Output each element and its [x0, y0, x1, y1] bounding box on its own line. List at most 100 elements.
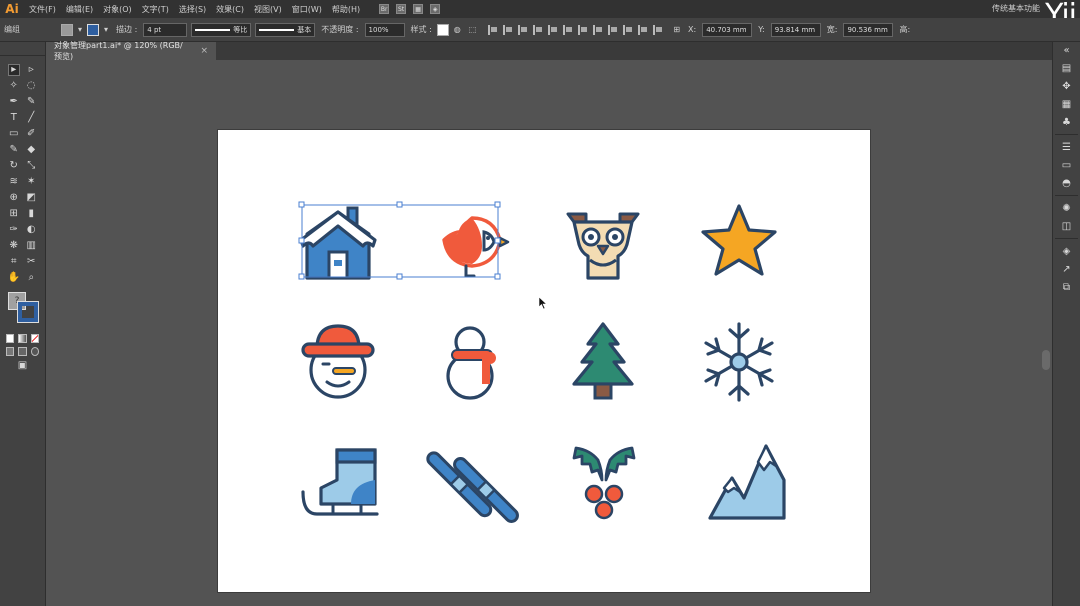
- align-right-icon[interactable]: [518, 24, 528, 35]
- snowman-face-icon[interactable]: [293, 318, 383, 408]
- arrange-documents-icon[interactable]: ▦: [413, 4, 424, 14]
- artboards-panel-icon[interactable]: ⧉: [1061, 281, 1073, 293]
- gradient-tool-icon[interactable]: ▮: [25, 208, 37, 220]
- screen-mode-icon[interactable]: ▣: [17, 360, 29, 372]
- workspace-switcher[interactable]: 传统基本功能: [992, 3, 1040, 14]
- stock-icon[interactable]: St: [396, 4, 407, 14]
- asset-export-panel-icon[interactable]: ↗: [1061, 263, 1073, 275]
- recolor-icon[interactable]: ◍: [450, 25, 465, 34]
- stroke-weight-input[interactable]: 4 pt: [143, 22, 188, 37]
- hand-tool-icon[interactable]: ✋: [8, 272, 20, 284]
- selection-tool-icon[interactable]: ▸: [7, 64, 20, 76]
- distribute-center-icon[interactable]: [638, 24, 648, 35]
- stroke-swatch[interactable]: [87, 23, 100, 36]
- chevron-down-icon[interactable]: ▾: [100, 25, 112, 34]
- blend-tool-icon[interactable]: ◐: [25, 224, 37, 236]
- ice-skate-icon[interactable]: [293, 440, 383, 530]
- shape-builder-tool-icon[interactable]: ⊕: [8, 192, 20, 204]
- shaper-tool-icon[interactable]: ✎: [8, 144, 20, 156]
- rotate-tool-icon[interactable]: ↻: [8, 160, 20, 172]
- color-panel-icon[interactable]: ▤: [1061, 62, 1073, 74]
- lasso-tool-icon[interactable]: ◌: [25, 80, 37, 92]
- brush-definition[interactable]: 基本: [255, 22, 316, 37]
- menu-window[interactable]: 窗口(W): [287, 4, 327, 15]
- type-tool-icon[interactable]: T: [8, 112, 20, 124]
- x-input[interactable]: 40.703 mm: [702, 22, 753, 37]
- menu-view[interactable]: 视图(V): [249, 4, 287, 15]
- distribute-middle-icon[interactable]: [593, 24, 603, 35]
- snowman-icon[interactable]: [426, 318, 516, 408]
- align-middle-icon[interactable]: [548, 24, 558, 35]
- w-input[interactable]: 90.536 mm: [843, 22, 894, 37]
- menu-edit[interactable]: 编辑(E): [61, 4, 98, 15]
- document-tab[interactable]: 对象管理part1.ai* @ 120% (RGB/预览) ×: [46, 41, 216, 61]
- distribute-bottom-icon[interactable]: [608, 24, 618, 35]
- mesh-tool-icon[interactable]: ⊞: [8, 208, 20, 220]
- align-bottom-icon[interactable]: [563, 24, 573, 35]
- swatches-panel-icon[interactable]: ▦: [1061, 98, 1073, 110]
- distribute-left-icon[interactable]: [623, 24, 633, 35]
- line-tool-icon[interactable]: ╱: [25, 112, 37, 124]
- magic-wand-tool-icon[interactable]: ✧: [8, 80, 20, 92]
- zoom-tool-icon[interactable]: ⌕: [25, 272, 37, 284]
- symbol-sprayer-tool-icon[interactable]: ❋: [8, 240, 20, 252]
- collapse-panels-icon[interactable]: «: [1061, 44, 1073, 56]
- draw-inside-button[interactable]: [30, 347, 39, 356]
- direct-selection-tool-icon[interactable]: ▹: [25, 64, 37, 76]
- holly-icon[interactable]: [558, 440, 648, 530]
- menu-object[interactable]: 对象(O): [98, 4, 137, 15]
- menu-help[interactable]: 帮助(H): [327, 4, 365, 15]
- distribute-top-icon[interactable]: [578, 24, 588, 35]
- stroke-well[interactable]: [17, 301, 39, 323]
- column-graph-tool-icon[interactable]: ▥: [25, 240, 37, 252]
- gradient-panel-icon[interactable]: ▭: [1061, 159, 1073, 171]
- bridge-icon[interactable]: Br: [379, 4, 390, 14]
- symbols-panel-icon[interactable]: ♣: [1061, 116, 1073, 128]
- selection-bounding-box[interactable]: [296, 200, 508, 282]
- reference-point-icon[interactable]: ⊞: [669, 25, 684, 34]
- appearance-panel-icon[interactable]: ✺: [1061, 202, 1073, 214]
- menu-effect[interactable]: 效果(C): [211, 4, 249, 15]
- color-guide-icon[interactable]: ✥: [1061, 80, 1073, 92]
- opacity-input[interactable]: 100%: [364, 22, 405, 37]
- gpu-icon[interactable]: ◈: [430, 4, 441, 14]
- snowflake-icon[interactable]: [694, 318, 784, 408]
- graphic-styles-panel-icon[interactable]: ◫: [1061, 220, 1073, 232]
- menu-type[interactable]: 文字(T): [137, 4, 174, 15]
- eyedropper-tool-icon[interactable]: ✑: [8, 224, 20, 236]
- curvature-tool-icon[interactable]: ✎: [25, 96, 37, 108]
- reindeer-owl-icon[interactable]: [558, 200, 648, 290]
- y-input[interactable]: 93.814 mm: [770, 22, 821, 37]
- gradient-mode-button[interactable]: [18, 334, 27, 343]
- stroke-panel-icon[interactable]: ☰: [1061, 141, 1073, 153]
- pine-tree-icon[interactable]: [558, 318, 648, 408]
- puppet-warp-tool-icon[interactable]: ✶: [25, 176, 37, 188]
- width-tool-icon[interactable]: ≋: [8, 176, 20, 188]
- chevron-down-icon[interactable]: ▾: [74, 25, 86, 34]
- align-left-icon[interactable]: [488, 24, 498, 35]
- graphic-style-swatch[interactable]: [436, 23, 449, 36]
- fill-swatch[interactable]: [61, 23, 73, 36]
- skis-icon[interactable]: [426, 440, 519, 530]
- color-mode-button[interactable]: [6, 334, 15, 343]
- none-mode-button[interactable]: [30, 334, 39, 343]
- mountain-icon[interactable]: [694, 440, 786, 530]
- close-tab-icon[interactable]: ×: [200, 46, 208, 56]
- layers-panel-icon[interactable]: ◈: [1061, 245, 1073, 257]
- toolbar-grip[interactable]: [0, 42, 45, 56]
- distribute-right-icon[interactable]: [653, 24, 663, 35]
- scrollbar-thumb[interactable]: [1042, 350, 1050, 370]
- transparency-panel-icon[interactable]: ◓: [1061, 177, 1073, 189]
- menu-select[interactable]: 选择(S): [174, 4, 211, 15]
- align-top-icon[interactable]: [533, 24, 543, 35]
- paintbrush-tool-icon[interactable]: ✐: [25, 128, 37, 140]
- pen-tool-icon[interactable]: ✒: [8, 96, 20, 108]
- vertical-scrollbar[interactable]: [1040, 60, 1052, 606]
- scale-tool-icon[interactable]: ⤡: [25, 160, 37, 172]
- slice-tool-icon[interactable]: ✂: [25, 256, 37, 268]
- align-center-icon[interactable]: [503, 24, 513, 35]
- eraser-tool-icon[interactable]: ◆: [25, 144, 37, 156]
- rectangle-tool-icon[interactable]: ▭: [8, 128, 20, 140]
- align-to-icon[interactable]: ⬚: [465, 25, 481, 34]
- perspective-grid-tool-icon[interactable]: ◩: [25, 192, 37, 204]
